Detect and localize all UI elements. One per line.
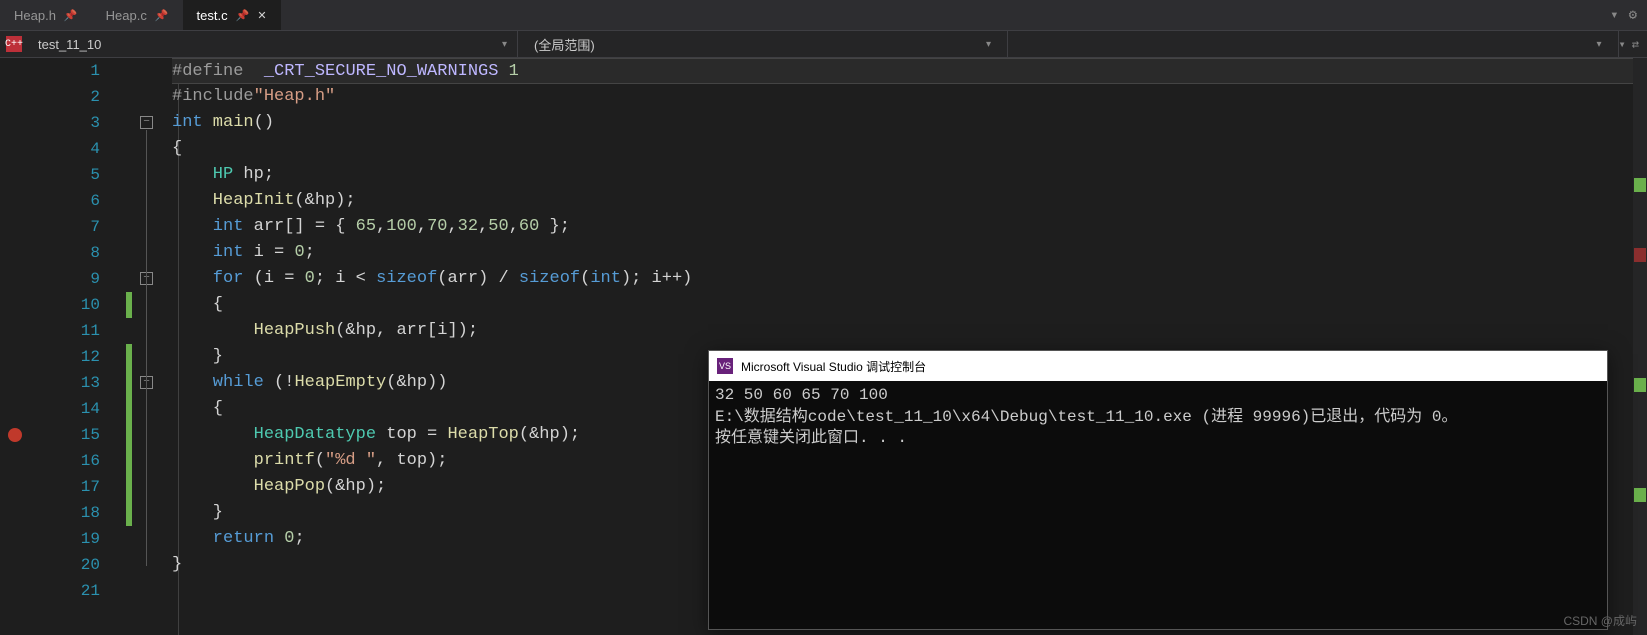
console-output: 32 50 60 65 70 100E:\数据结构code\test_11_10… [709,381,1607,454]
code-line[interactable]: for (i = 0; i < sizeof(arr) / sizeof(int… [172,266,1647,292]
code-line[interactable]: int i = 0; [172,240,1647,266]
fold-line [146,130,147,566]
line-number: 2 [30,84,100,110]
tab-test-c[interactable]: test.c 📌 ✕ [183,0,281,30]
scroll-marker [1634,178,1646,192]
code-line[interactable]: { [172,136,1647,162]
member-selector[interactable]: ▾ [1008,31,1619,57]
line-number: 19 [30,526,100,552]
code-line[interactable]: HeapInit(&hp); [172,188,1647,214]
console-title: Microsoft Visual Studio 调试控制台 [741,358,926,375]
pin-icon[interactable]: 📌 [155,9,169,22]
line-number: 8 [30,240,100,266]
tab-label: test.c [197,8,228,23]
tab-heap-c[interactable]: Heap.c 📌 [92,0,183,30]
line-number: 11 [30,318,100,344]
scroll-marker [1634,488,1646,502]
line-number: 3 [30,110,100,136]
vs-icon: VS [717,358,733,374]
split-icon[interactable]: ▾ [1619,37,1626,52]
line-number: 20 [30,552,100,578]
project-name: test_11_10 [38,37,101,52]
console-titlebar[interactable]: VS Microsoft Visual Studio 调试控制台 [709,351,1607,381]
code-line[interactable]: #define _CRT_SECURE_NO_WARNINGS 1 [172,58,1647,84]
line-number: 12 [30,344,100,370]
line-number: 9 [30,266,100,292]
breakpoint-column[interactable] [0,58,30,635]
line-number: 5 [30,162,100,188]
pin-icon[interactable]: 📌 [236,9,250,22]
line-number: 13 [30,370,100,396]
code-line[interactable]: int arr[] = { 65,100,70,32,50,60 }; [172,214,1647,240]
chevron-down-icon: ▾ [1597,39,1602,50]
nav-bar: C++ test_11_10 ▾ (全局范围) ▾ ▾ ▾ ⇄ [0,30,1647,58]
change-marker [126,344,132,526]
project-icon: C++ [6,36,22,52]
dropdown-icon[interactable]: ▾ [1610,7,1618,24]
line-number: 6 [30,188,100,214]
scroll-marker [1634,248,1646,262]
scroll-indicator[interactable] [1633,58,1647,635]
scroll-marker [1634,378,1646,392]
watermark: CSDN @成屿 [1563,612,1637,629]
code-line[interactable]: #include"Heap.h" [172,84,1647,110]
line-number: 15 [30,422,100,448]
gear-icon[interactable]: ⚙ [1629,7,1637,24]
console-line: 按任意键关闭此窗口. . . [715,428,1601,450]
line-number: 1 [30,58,100,84]
tab-heap-h[interactable]: Heap.h 📌 [0,0,92,30]
close-icon[interactable]: ✕ [257,9,266,22]
scope-selector[interactable]: (全局范围) ▾ [518,31,1008,57]
tab-label: Heap.h [14,8,56,23]
chevron-down-icon: ▾ [986,39,991,50]
project-selector[interactable]: test_11_10 ▾ [28,31,518,57]
line-number: 10 [30,292,100,318]
marker-column: − − − [126,58,170,635]
gutter: 1 2 3 4 5 6 7 8 9 10 11 12 13 14 15 16 1… [0,58,170,635]
code-line[interactable]: HeapPush(&hp, arr[i]); [172,318,1647,344]
console-line: 32 50 60 65 70 100 [715,385,1601,407]
breakpoint-icon[interactable] [8,428,22,442]
tab-bar: Heap.h 📌 Heap.c 📌 test.c 📌 ✕ ▾ ⚙ [0,0,1647,30]
code-line[interactable]: int main() [172,110,1647,136]
swap-icon[interactable]: ⇄ [1632,37,1639,52]
line-number: 4 [30,136,100,162]
change-marker [126,292,132,318]
line-number: 17 [30,474,100,500]
debug-console-window[interactable]: VS Microsoft Visual Studio 调试控制台 32 50 6… [708,350,1608,630]
console-line: E:\数据结构code\test_11_10\x64\Debug\test_11… [715,407,1601,429]
fold-icon[interactable]: − [140,116,153,129]
code-line[interactable]: { [172,292,1647,318]
pin-icon[interactable]: 📌 [64,9,78,22]
line-number: 21 [30,578,100,604]
line-number: 7 [30,214,100,240]
chevron-down-icon: ▾ [502,39,507,50]
line-number: 16 [30,448,100,474]
line-number: 14 [30,396,100,422]
line-number: 18 [30,500,100,526]
tab-label: Heap.c [106,8,147,23]
line-number-column: 1 2 3 4 5 6 7 8 9 10 11 12 13 14 15 16 1… [30,58,126,635]
scope-label: (全局范围) [534,35,595,54]
code-line[interactable]: HP hp; [172,162,1647,188]
